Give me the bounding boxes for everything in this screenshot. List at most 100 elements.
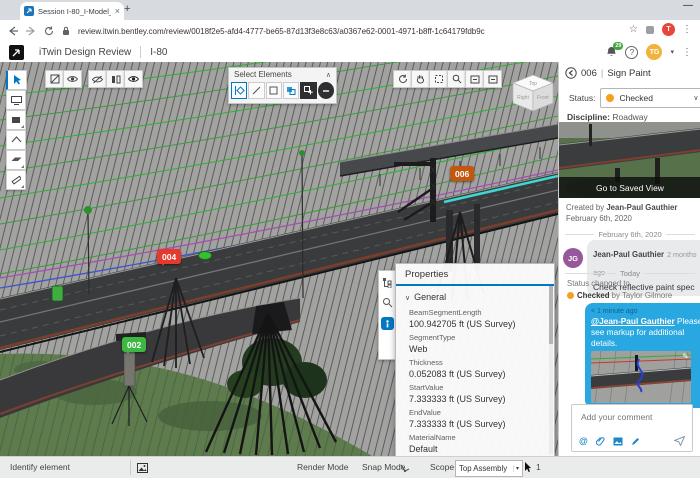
screenshot-icon[interactable]: [137, 463, 148, 473]
image-icon[interactable]: [613, 437, 623, 446]
properties-section-general[interactable]: ∨General: [396, 286, 554, 304]
eye-off-icon: [92, 75, 103, 84]
cube-top-label: Top: [529, 81, 537, 87]
forward-icon[interactable]: [26, 26, 36, 36]
back-icon[interactable]: [8, 26, 18, 36]
discipline-value: Roadway: [610, 112, 648, 122]
bookmark-star-icon[interactable]: ☆: [629, 24, 638, 35]
notifications-bell-icon[interactable]: 29: [606, 46, 617, 58]
measure-tool-button[interactable]: [6, 170, 26, 190]
select-tool-button[interactable]: [6, 70, 27, 90]
snap-icon[interactable]: [400, 463, 410, 473]
zoom-window-button[interactable]: [447, 70, 466, 88]
comment-input[interactable]: [579, 411, 689, 423]
project-name[interactable]: I-80: [150, 47, 167, 58]
browser-menu-kebab-icon[interactable]: ⋮: [682, 24, 692, 35]
collapse-chevron-icon[interactable]: ∧: [326, 71, 331, 79]
previous-view-button[interactable]: [465, 70, 484, 88]
itwin-logo-icon[interactable]: [9, 45, 24, 60]
view-tool-button[interactable]: [6, 90, 26, 110]
back-circle-icon[interactable]: [565, 67, 577, 79]
rotate-view-button[interactable]: [393, 70, 412, 88]
chevron-down-icon: ∨: [405, 295, 410, 302]
line-select-icon: [252, 86, 261, 95]
issue-marker-006[interactable]: 006: [450, 166, 474, 181]
isolate-elements-button[interactable]: [106, 70, 125, 88]
section-tool-button[interactable]: [6, 150, 26, 170]
pan-view-button[interactable]: [411, 70, 430, 88]
issue-marker-002[interactable]: 002: [122, 337, 146, 352]
status-dropdown[interactable]: Checked ∨: [600, 88, 700, 108]
commenter-avatar[interactable]: JG: [563, 248, 583, 268]
issue-id: 006: [581, 68, 597, 79]
header-actions: 29 ? TG ▾ ⋮: [606, 44, 692, 60]
hide-elements-button[interactable]: [45, 70, 64, 88]
snap-mode-button[interactable]: Snap Mode: [362, 462, 405, 472]
mention-link[interactable]: @Jean-Paul Gauthier: [591, 316, 675, 326]
show-all-button[interactable]: [63, 70, 82, 88]
my-comment-time: < 1 minute ago: [591, 308, 700, 315]
new-tab-button[interactable]: +: [124, 3, 130, 15]
navigation-cube[interactable]: Top Right Front: [512, 74, 554, 112]
next-view-button[interactable]: [483, 70, 502, 88]
element-highlight-dot[interactable]: [198, 251, 212, 260]
help-icon[interactable]: ?: [625, 46, 638, 59]
pick-select-button[interactable]: [231, 82, 247, 99]
eye-icon: [67, 75, 78, 83]
user-avatar[interactable]: TG: [646, 44, 662, 60]
issue-marker-004[interactable]: 004: [157, 249, 181, 264]
markup-pen-icon[interactable]: [631, 437, 640, 446]
fence-select-button[interactable]: [283, 82, 299, 99]
my-comment-bubble[interactable]: < 1 minute ago @Jean-Paul Gauthier Pleas…: [585, 303, 700, 408]
status-change-status: Checked: [577, 291, 610, 300]
url-text[interactable]: review.itwin.bentley.com/review/0018f2e5…: [78, 27, 578, 36]
emphasize-elements-button[interactable]: [124, 70, 143, 88]
created-author: Jean-Paul Gauthier: [606, 203, 677, 212]
user-menu-caret-icon[interactable]: ▾: [670, 48, 674, 56]
clip-tool-button[interactable]: [6, 130, 26, 150]
send-comment-icon[interactable]: [674, 436, 685, 446]
window-minimize-icon[interactable]: —: [683, 0, 693, 11]
extensions-icon[interactable]: [645, 25, 655, 35]
discipline-row: Discipline: Roadway: [567, 112, 648, 122]
properties-scrollbar-thumb[interactable]: [549, 286, 553, 344]
invert-visibility-button[interactable]: [88, 70, 107, 88]
cube-front-label: Front: [537, 95, 549, 101]
properties-info-icon[interactable]: [381, 317, 394, 330]
browser-tab[interactable]: Session I-80_I-Model_HUB | iTwin ×: [20, 2, 124, 20]
fit-view-button[interactable]: [429, 70, 448, 88]
model-viewport[interactable]: Select Elements ∧: [0, 62, 558, 456]
view-window-icon: [470, 75, 480, 84]
markup-thumbnail[interactable]: ✎: [591, 351, 691, 403]
status-bar: Identify element Render Mode Snap Mode S…: [0, 456, 700, 478]
select-panel-title: Select Elements: [234, 70, 292, 79]
search-icon[interactable]: [382, 297, 393, 308]
mention-icon[interactable]: @: [579, 436, 588, 446]
app-menu-kebab-icon[interactable]: ⋮: [682, 47, 692, 58]
roof-icon: [11, 136, 22, 144]
selection-count: 1: [536, 462, 541, 472]
line-select-button[interactable]: [248, 82, 264, 99]
scope-caret-icon: ▾: [513, 465, 519, 472]
issue-title-divider: |: [601, 68, 603, 79]
remove-from-selection-button[interactable]: [318, 82, 334, 99]
render-mode-button[interactable]: Render Mode: [297, 462, 349, 472]
browser-tab-bar: Session I-80_I-Model_HUB | iTwin × + —: [0, 0, 700, 20]
model-tree-icon[interactable]: [382, 277, 393, 288]
comment-input-box[interactable]: @: [571, 404, 693, 452]
notification-badge: 29: [613, 42, 623, 50]
attach-icon[interactable]: [596, 436, 605, 446]
layers-tool-button[interactable]: [6, 110, 26, 130]
select-arrow-icon: [12, 75, 22, 85]
view-window-icon-2: [488, 75, 498, 84]
add-to-selection-button[interactable]: [300, 82, 316, 99]
header-divider: [140, 46, 141, 58]
go-to-saved-view-button[interactable]: Go to Saved View: [559, 177, 700, 198]
saved-view-thumbnail[interactable]: Go to Saved View: [559, 122, 700, 198]
refresh-icon[interactable]: [44, 26, 54, 36]
browser-profile-avatar[interactable]: T: [662, 23, 675, 36]
close-tab-icon[interactable]: ×: [115, 7, 120, 16]
scope-select[interactable]: Top Assembly ▾: [455, 460, 523, 477]
edit-markup-pencil-icon[interactable]: ✎: [682, 352, 689, 361]
box-select-button[interactable]: [266, 82, 282, 99]
